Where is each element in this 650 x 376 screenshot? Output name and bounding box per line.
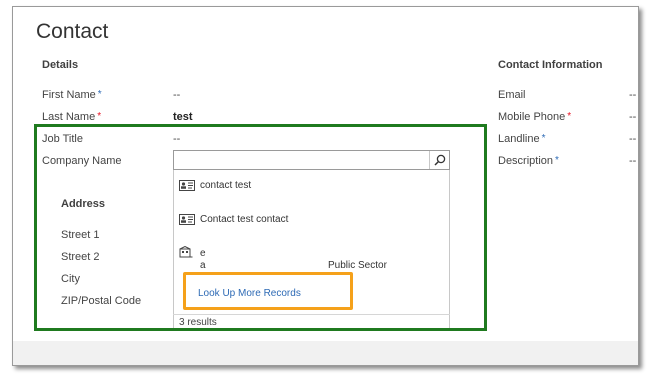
description-value[interactable]: --: [629, 155, 636, 167]
details-heading: Details: [42, 59, 79, 71]
required-marker: *: [97, 111, 102, 122]
mobile-phone-value[interactable]: --: [629, 111, 636, 123]
last-name-label: Last Name *: [42, 111, 102, 123]
landline-value[interactable]: --: [629, 133, 636, 145]
recommended-marker: *: [541, 133, 546, 144]
required-marker: *: [567, 111, 572, 122]
footer-bar: [13, 341, 638, 365]
page-title: Contact: [36, 20, 109, 43]
mobile-phone-label: Mobile Phone *: [498, 111, 572, 123]
contact-form-window: Contact Details First Name * -- Last Name…: [12, 6, 639, 366]
first-name-value[interactable]: --: [173, 89, 180, 101]
recommended-marker: *: [555, 155, 559, 166]
landline-label: Landline *: [498, 133, 546, 145]
first-name-label: First Name *: [42, 89, 102, 101]
last-name-value[interactable]: test: [173, 111, 193, 123]
recommended-marker: *: [97, 89, 102, 100]
highlight-box: [34, 124, 487, 331]
description-label: Description *: [498, 155, 559, 167]
email-value[interactable]: --: [629, 89, 636, 101]
contact-info-heading: Contact Information: [498, 59, 603, 71]
email-label: Email: [498, 89, 526, 101]
